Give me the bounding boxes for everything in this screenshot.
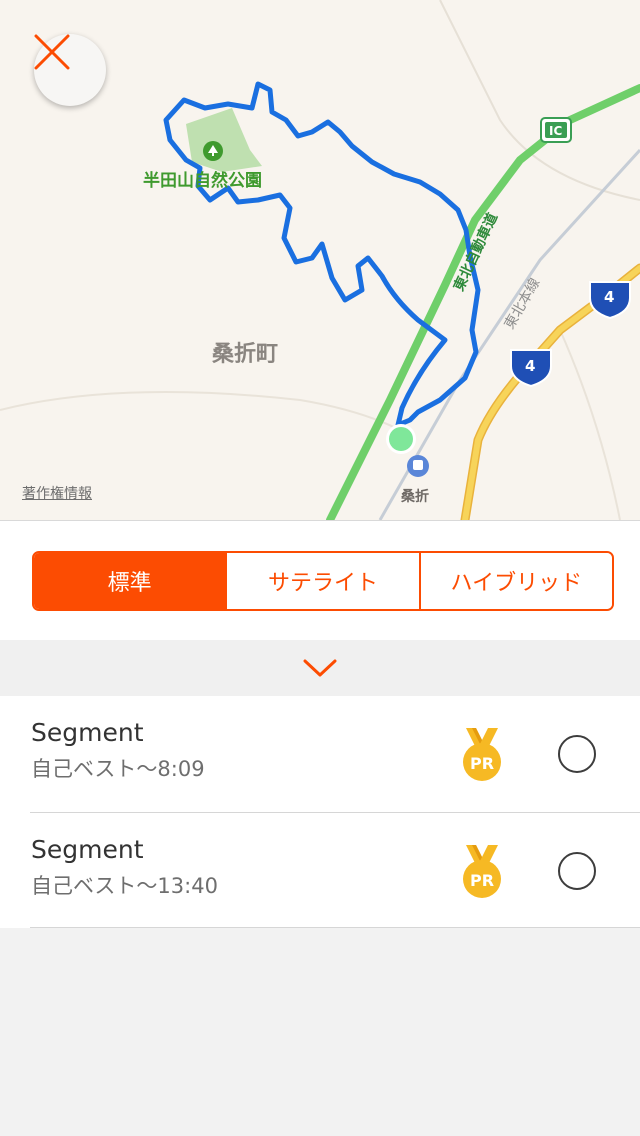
- minor-road: [559, 329, 621, 520]
- collapse-toggle[interactable]: [0, 640, 640, 696]
- park-label: 半田山自然公園: [143, 171, 262, 191]
- segment-name: Segment: [31, 835, 144, 864]
- copyright-link[interactable]: 著作権情報: [22, 483, 92, 503]
- map-view[interactable]: 東北自動車道 東北本線 IC 4 4 半田山自然公園 桑折町 桑折 著作権情報: [0, 0, 640, 520]
- map-type-satellite[interactable]: サテライト: [225, 553, 419, 609]
- segment-personal-best: 自己ベスト〜8:09: [31, 757, 205, 781]
- map-type-hybrid[interactable]: ハイブリッド: [418, 553, 612, 609]
- segment-select-radio[interactable]: [558, 735, 596, 773]
- station-label: 桑折: [401, 489, 429, 505]
- route-shield-number: 4: [604, 288, 614, 306]
- close-icon: [34, 34, 70, 70]
- route-shield-number: 4: [525, 357, 535, 375]
- pr-medal-icon: PR: [463, 845, 501, 898]
- map-type-standard[interactable]: 標準: [34, 553, 226, 609]
- close-button[interactable]: [34, 34, 106, 106]
- pr-badge-text: PR: [470, 754, 494, 773]
- ic-label: IC: [549, 124, 562, 138]
- town-label: 桑折町: [212, 342, 279, 367]
- segment-personal-best: 自己ベスト〜13:40: [31, 874, 218, 898]
- pr-badge-text: PR: [470, 871, 494, 890]
- segment-select-radio[interactable]: [558, 852, 596, 890]
- segment-name: Segment: [31, 718, 144, 747]
- pr-medal-icon: PR: [463, 728, 501, 781]
- list-item[interactable]: Segment 自己ベスト〜8:09 PR: [0, 696, 640, 812]
- start-marker: [389, 427, 413, 451]
- minor-road: [0, 391, 401, 431]
- segment-list: Segment 自己ベスト〜8:09 PR Segment 自己ベスト〜13:4…: [0, 696, 640, 928]
- park-area: [186, 108, 262, 172]
- list-item[interactable]: Segment 自己ベスト〜13:40 PR: [30, 812, 640, 928]
- chevron-down-icon: [303, 659, 337, 677]
- divider: [30, 927, 640, 928]
- map-type-segmented-control: 標準 サテライト ハイブリッド: [32, 551, 614, 611]
- map-type-panel: 標準 サテライト ハイブリッド: [0, 520, 640, 640]
